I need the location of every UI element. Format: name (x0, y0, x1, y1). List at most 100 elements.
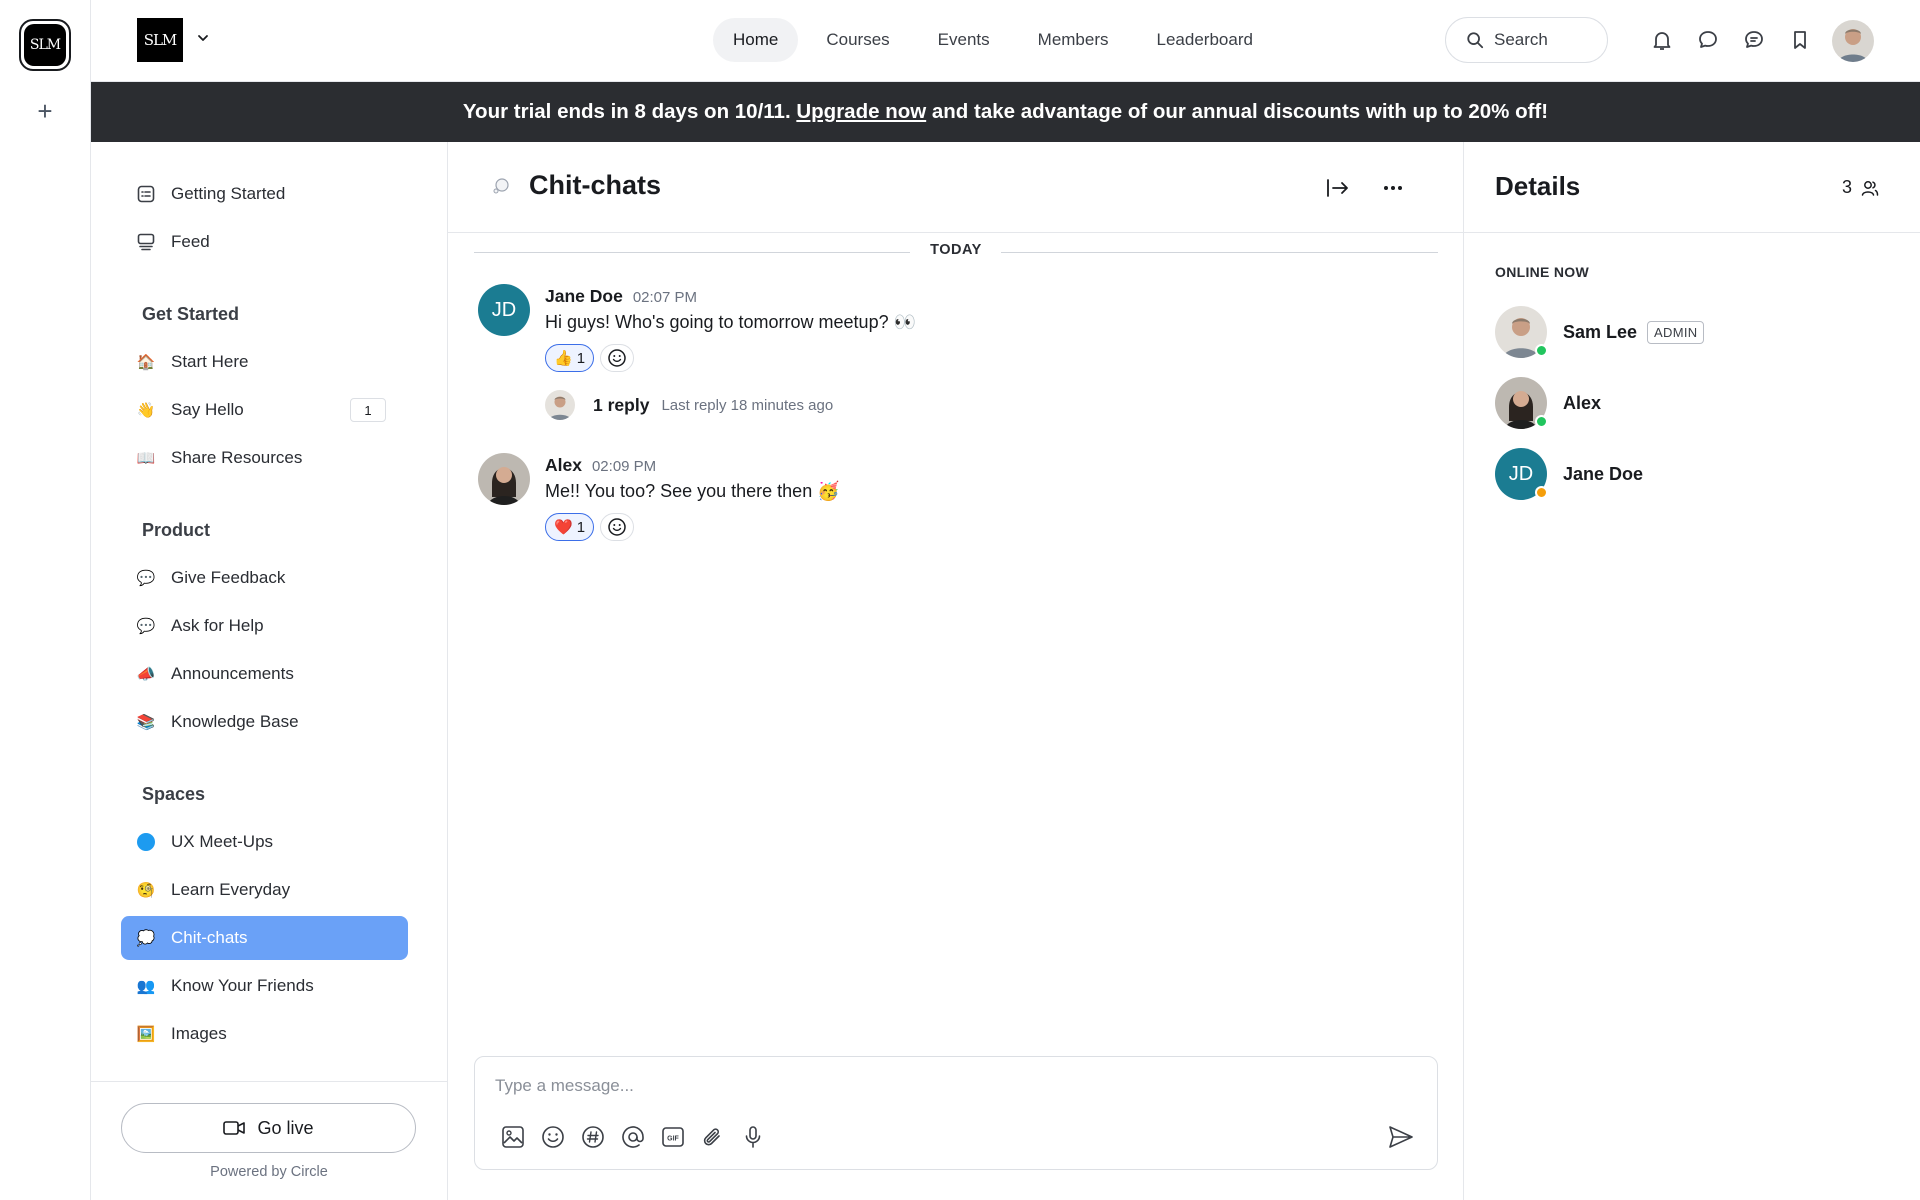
author-avatar[interactable] (478, 453, 530, 505)
go-live-button[interactable]: Go live (121, 1103, 416, 1153)
gif-icon: GIF (662, 1127, 684, 1147)
mention-button[interactable] (619, 1123, 647, 1151)
brand-logo[interactable]: SLM (137, 18, 183, 62)
more-options-icon[interactable] (1380, 175, 1406, 201)
bookmark-icon[interactable] (1788, 28, 1812, 52)
gif-button[interactable]: GIF (659, 1123, 687, 1151)
admin-badge: ADMIN (1647, 320, 1705, 344)
nav-events[interactable]: Events (918, 18, 1010, 62)
group-heading-get-started[interactable]: Get Started (142, 304, 239, 325)
sidebar-item-announcements[interactable]: 📣 Announcements (121, 652, 408, 696)
wave-icon: 👋 (136, 402, 156, 419)
community-switcher-logo[interactable]: SLM (19, 19, 71, 71)
monocle-face-icon: 🧐 (136, 882, 156, 899)
sidebar-item-chit-chats[interactable]: 💭 Chit-chats (121, 916, 408, 960)
message-composer: GIF (474, 1056, 1438, 1170)
chat-header: Chit-chats (448, 142, 1464, 233)
send-icon[interactable] (1387, 1123, 1415, 1151)
sidebar-item-learn-everyday[interactable]: 🧐 Learn Everyday (121, 868, 408, 912)
emoji-button[interactable] (539, 1123, 567, 1151)
add-reaction-button[interactable] (600, 513, 635, 541)
author-name[interactable]: Jane Doe (545, 286, 623, 307)
member-item[interactable]: Alex (1495, 377, 1601, 429)
add-reaction-button[interactable] (600, 344, 635, 372)
user-photo-icon (1832, 20, 1874, 62)
book-icon: 📖 (136, 450, 156, 467)
member-name: Jane Doe (1563, 463, 1644, 484)
reaction-pill[interactable]: 👍 1 (545, 344, 595, 372)
reaction-pill[interactable]: ❤️ 1 (545, 513, 595, 541)
sidebar-item-label: Feed (171, 232, 210, 251)
smiley-icon (608, 349, 626, 367)
sidebar-item-feed[interactable]: Feed (121, 220, 408, 264)
reply-avatar (545, 390, 575, 420)
bell-icon[interactable] (1650, 28, 1674, 52)
details-title: Details (1495, 171, 1581, 201)
thread-summary[interactable]: 1 reply Last reply 18 minutes ago (545, 390, 833, 420)
sidebar-item-label: Give Feedback (171, 568, 286, 587)
group-heading-product[interactable]: Product (142, 520, 210, 541)
svg-text:GIF: GIF (667, 1136, 679, 1143)
sidebar-footer-divider (91, 1081, 447, 1082)
member-item[interactable]: Sam Lee ADMIN (1495, 306, 1705, 358)
sidebar-item-ask-for-help[interactable]: 💬 Ask for Help (121, 604, 408, 648)
day-divider: TODAY (474, 242, 1438, 262)
go-live-label: Go live (257, 1117, 314, 1138)
nav-members[interactable]: Members (1018, 18, 1129, 62)
sidebar-item-know-your-friends[interactable]: 👥 Know Your Friends (121, 964, 408, 1008)
member-avatar (1495, 306, 1548, 358)
group-heading-spaces[interactable]: Spaces (142, 784, 205, 805)
sidebar-item-label: Learn Everyday (171, 880, 291, 899)
message-item: Alex 02:09 PM Me!! You too? See you ther… (478, 453, 1418, 553)
chat-bubble-icon[interactable] (1696, 28, 1720, 52)
blue-circle-icon (135, 831, 157, 853)
messages-icon[interactable] (1742, 28, 1766, 52)
message-time: 02:07 PM (632, 289, 698, 306)
chevron-down-icon[interactable] (195, 30, 211, 46)
feed-icon (135, 231, 157, 253)
message-meta: Jane Doe 02:07 PM (545, 286, 697, 307)
voice-message-button[interactable] (739, 1123, 767, 1151)
sidebar-item-getting-started[interactable]: Getting Started (121, 172, 408, 216)
at-sign-icon (622, 1126, 644, 1148)
user-avatar[interactable] (1832, 20, 1874, 62)
sidebar-item-share-resources[interactable]: 📖 Share Resources (121, 436, 408, 480)
nav-leaderboard[interactable]: Leaderboard (1137, 18, 1273, 62)
sidebar-item-images[interactable]: 🖼️ Images (121, 1012, 408, 1056)
nav-courses[interactable]: Courses (806, 18, 909, 62)
author-name[interactable]: Alex (545, 455, 582, 476)
author-avatar[interactable]: JD (478, 284, 530, 336)
search-label: Search (1494, 30, 1548, 49)
upgrade-now-link[interactable]: Upgrade now (796, 100, 926, 124)
attachment-button[interactable] (699, 1123, 727, 1151)
sidebar-item-knowledge-base[interactable]: 📚 Knowledge Base (121, 700, 408, 744)
community-logo-text: SLM (24, 24, 66, 66)
collapse-sidebar-icon[interactable] (1324, 175, 1350, 201)
sidebar-item-start-here[interactable]: 🏠 Start Here (121, 340, 408, 384)
sidebar-item-label: UX Meet-Ups (171, 832, 274, 851)
checklist-icon (135, 183, 157, 205)
thought-bubble-icon: 💭 (136, 930, 156, 947)
sidebar-item-ux-meet-ups[interactable]: UX Meet-Ups (121, 820, 408, 864)
chat-panel: Chit-chats TODAY JD Jane Doe 02:07 PM Hi… (448, 142, 1464, 1200)
reply-count-link[interactable]: 1 reply (593, 395, 649, 416)
megaphone-icon: 📣 (136, 666, 156, 683)
message-time: 02:09 PM (591, 458, 657, 475)
nav-home[interactable]: Home (713, 18, 799, 62)
sidebar-item-label: Chit-chats (171, 928, 248, 947)
reactions: 👍 1 (545, 344, 635, 372)
search-button[interactable]: Search (1445, 17, 1608, 63)
image-upload-button[interactable] (499, 1123, 527, 1151)
sidebar-item-give-feedback[interactable]: 💬 Give Feedback (121, 556, 408, 600)
reactions: ❤️ 1 (545, 513, 635, 541)
hashtag-button[interactable] (579, 1123, 607, 1151)
message-input[interactable] (495, 1071, 1395, 1101)
sidebar-item-say-hello[interactable]: 👋 Say Hello 1 (121, 388, 408, 432)
speech-bubble-icon: 💬 (136, 570, 156, 587)
member-count-button[interactable]: 3 (1842, 177, 1880, 198)
sidebar-item-label: Start Here (171, 352, 249, 371)
add-community-button[interactable]: + (30, 96, 60, 126)
member-item[interactable]: JD Jane Doe (1495, 448, 1643, 500)
trial-text: Your trial ends in 8 days on 10/11. (462, 100, 797, 123)
powered-by-link[interactable]: Powered by Circle (91, 1164, 447, 1180)
